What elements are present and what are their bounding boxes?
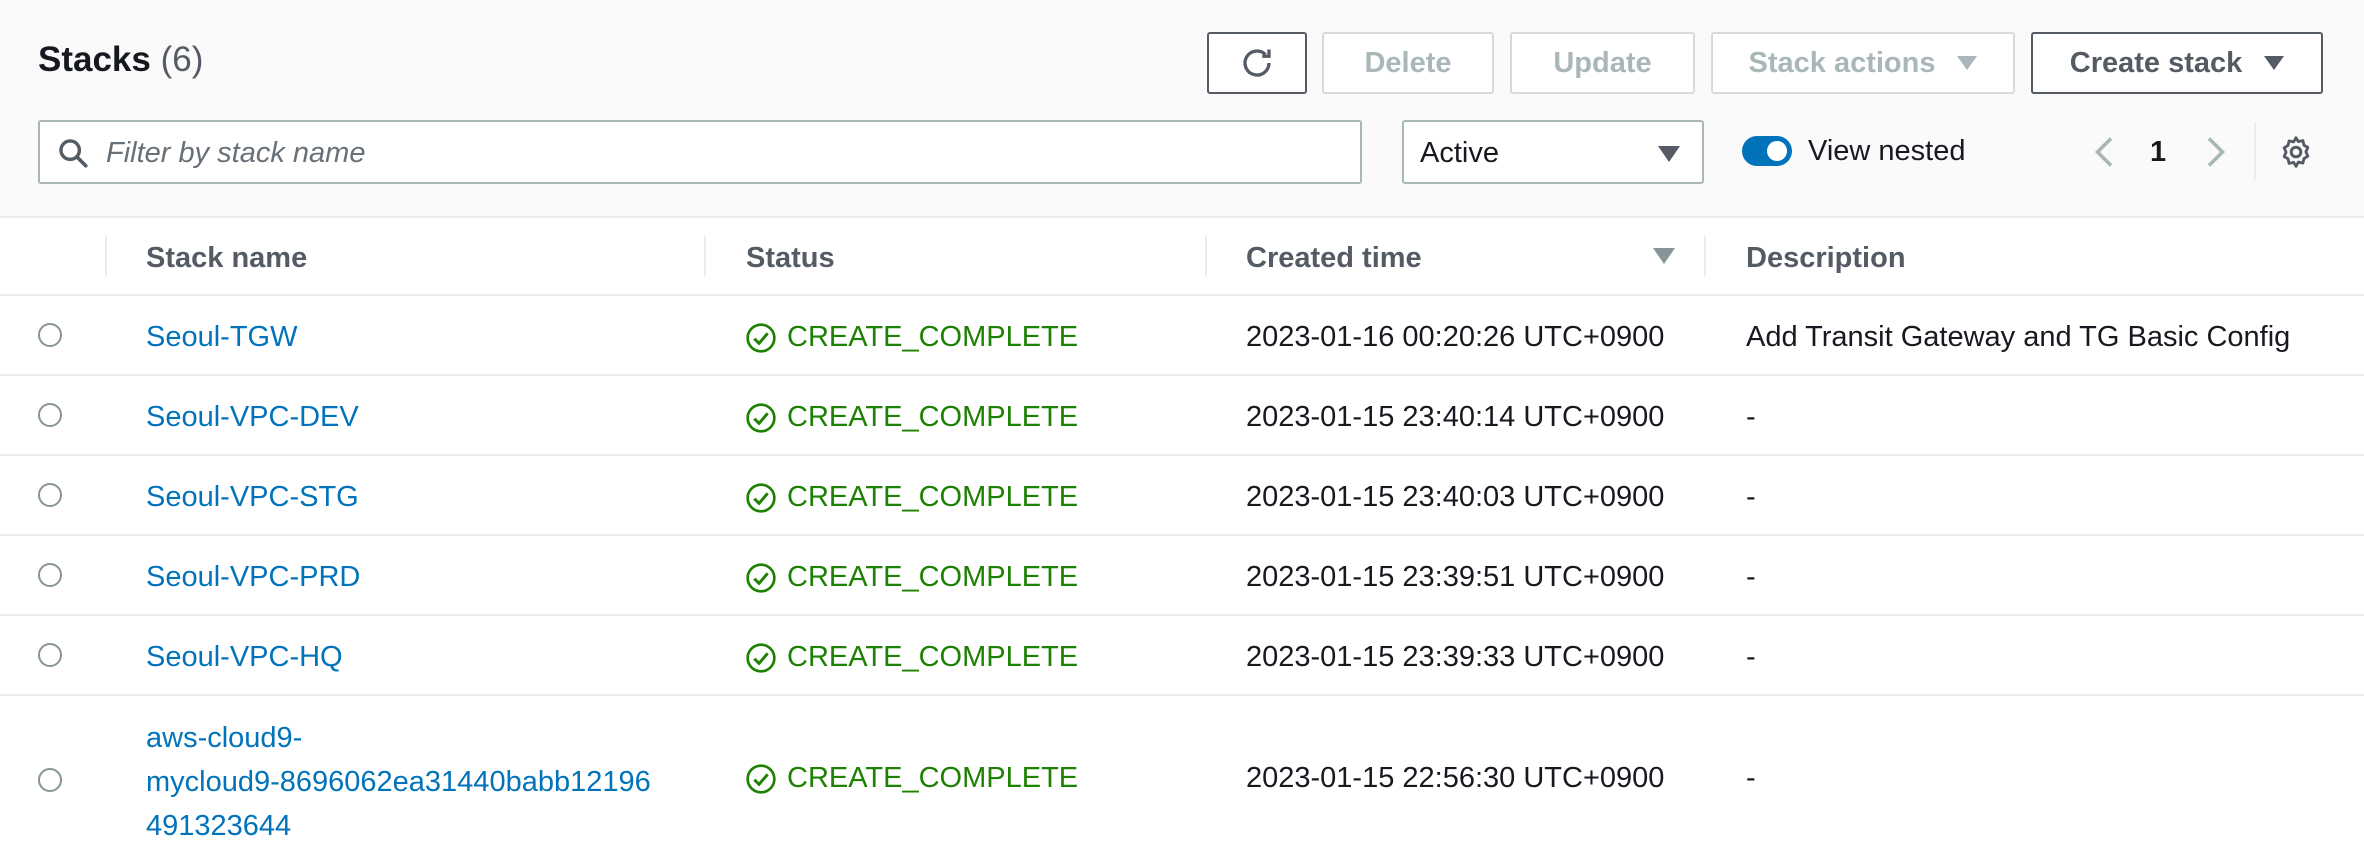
table-row: Seoul-VPC-STG CREATE_COMPLETE 2023-01-15… (0, 456, 2364, 536)
table-row: Seoul-VPC-HQ CREATE_COMPLETE 2023-01-15 … (0, 616, 2364, 696)
divider (2254, 122, 2256, 180)
stacks-header: Stacks (6) Delete Update Stack actions C… (0, 0, 2364, 218)
refresh-icon (1243, 49, 1271, 77)
sort-descending-icon[interactable] (1653, 248, 1675, 264)
row-select-radio[interactable] (38, 563, 62, 587)
status-cell: CREATE_COMPLETE (745, 762, 1078, 795)
caret-down-icon (2264, 56, 2285, 70)
chevron-left-icon[interactable] (2090, 134, 2120, 170)
search-box[interactable] (38, 120, 1362, 184)
description: - (1746, 762, 1756, 794)
description: - (1746, 561, 1756, 593)
description: - (1746, 641, 1756, 673)
status-cell: CREATE_COMPLETE (745, 641, 1078, 674)
status-filter-select[interactable]: Active (1402, 120, 1704, 184)
row-select-radio[interactable] (38, 323, 62, 347)
create-stack-button[interactable]: Create stack (2031, 32, 2323, 94)
caret-down-icon (1658, 146, 1680, 162)
stack-actions-label: Stack actions (1748, 46, 1936, 79)
stack-name-line: mycloud9-8696062ea31440babb12196 (146, 766, 651, 798)
status-text: CREATE_COMPLETE (787, 561, 1079, 593)
delete-label: Delete (1364, 46, 1452, 79)
stack-name-link[interactable]: aws-cloud9- mycloud9-8696062ea31440babb1… (146, 716, 666, 848)
status-text: CREATE_COMPLETE (787, 401, 1079, 433)
check-circle-icon (746, 763, 776, 794)
table-row: Seoul-VPC-PRD CREATE_COMPLETE 2023-01-15… (0, 536, 2364, 616)
created-time: 2023-01-15 23:40:03 UTC+0900 (1246, 481, 1665, 513)
stack-actions-button[interactable]: Stack actions (1711, 32, 2015, 94)
table-row: Seoul-VPC-DEV CREATE_COMPLETE 2023-01-15… (0, 376, 2364, 456)
status-filter-value: Active (1420, 137, 1499, 169)
create-stack-label: Create stack (2069, 46, 2243, 79)
update-button[interactable]: Update (1510, 32, 1695, 94)
column-header-stack-name[interactable]: Stack name (146, 242, 307, 275)
column-divider (105, 236, 107, 276)
search-input[interactable] (104, 122, 1348, 184)
row-select-radio[interactable] (38, 768, 62, 792)
table-row: aws-cloud9- mycloud9-8696062ea31440babb1… (0, 696, 2364, 864)
search-icon (59, 139, 88, 168)
created-time: 2023-01-15 23:40:14 UTC+0900 (1246, 401, 1665, 433)
toggle-knob (1767, 141, 1787, 161)
check-circle-icon (746, 402, 776, 433)
description: Add Transit Gateway and TG Basic Config (1746, 321, 2291, 353)
gear-icon[interactable] (2278, 134, 2314, 170)
row-select-radio[interactable] (38, 403, 62, 427)
created-time: 2023-01-15 23:39:33 UTC+0900 (1246, 641, 1665, 673)
status-cell: CREATE_COMPLETE (745, 481, 1078, 514)
stack-name-line: 491323644 (146, 810, 292, 842)
column-divider (704, 236, 706, 276)
status-text: CREATE_COMPLETE (787, 641, 1079, 673)
stack-count: (6) (160, 40, 204, 79)
delete-button[interactable]: Delete (1322, 32, 1494, 94)
column-header-status[interactable]: Status (746, 242, 835, 275)
status-text: CREATE_COMPLETE (787, 321, 1079, 353)
check-circle-icon (746, 562, 776, 593)
update-label: Update (1553, 46, 1652, 79)
status-text: CREATE_COMPLETE (787, 762, 1079, 794)
stack-name-link[interactable]: Seoul-VPC-PRD (146, 561, 360, 594)
status-cell: CREATE_COMPLETE (745, 321, 1078, 354)
description: - (1746, 401, 1756, 433)
chevron-right-icon[interactable] (2200, 134, 2230, 170)
column-divider (1205, 236, 1207, 276)
status-text: CREATE_COMPLETE (787, 481, 1079, 513)
created-time: 2023-01-16 00:20:26 UTC+0900 (1246, 321, 1665, 353)
caret-down-icon (1957, 56, 1978, 70)
stack-name-link[interactable]: Seoul-VPC-STG (146, 481, 359, 514)
created-time: 2023-01-15 23:39:51 UTC+0900 (1246, 561, 1665, 593)
stack-name-link[interactable]: Seoul-VPC-HQ (146, 641, 343, 674)
created-time: 2023-01-15 22:56:30 UTC+0900 (1246, 762, 1665, 794)
current-page-number[interactable]: 1 (2150, 136, 2166, 169)
stack-name-link[interactable]: Seoul-TGW (146, 321, 297, 354)
title-text: Stacks (38, 40, 151, 79)
row-select-radio[interactable] (38, 483, 62, 507)
check-circle-icon (746, 642, 776, 673)
column-header-created-time[interactable]: Created time (1246, 242, 1422, 275)
status-cell: CREATE_COMPLETE (745, 401, 1078, 434)
stack-name-line: aws-cloud9- (146, 722, 303, 754)
status-cell: CREATE_COMPLETE (745, 561, 1078, 594)
page-title: Stacks (6) (38, 40, 203, 80)
table-row: Seoul-TGW CREATE_COMPLETE 2023-01-16 00:… (0, 296, 2364, 376)
check-circle-icon (746, 482, 776, 513)
column-header-description[interactable]: Description (1746, 242, 1906, 275)
row-select-radio[interactable] (38, 643, 62, 667)
view-nested-label: View nested (1808, 135, 1966, 167)
stack-name-link[interactable]: Seoul-VPC-DEV (146, 401, 359, 434)
column-divider (1704, 236, 1706, 276)
view-nested-toggle[interactable] (1742, 136, 1792, 166)
refresh-button[interactable] (1207, 32, 1307, 94)
description: - (1746, 481, 1756, 513)
check-circle-icon (746, 322, 776, 353)
